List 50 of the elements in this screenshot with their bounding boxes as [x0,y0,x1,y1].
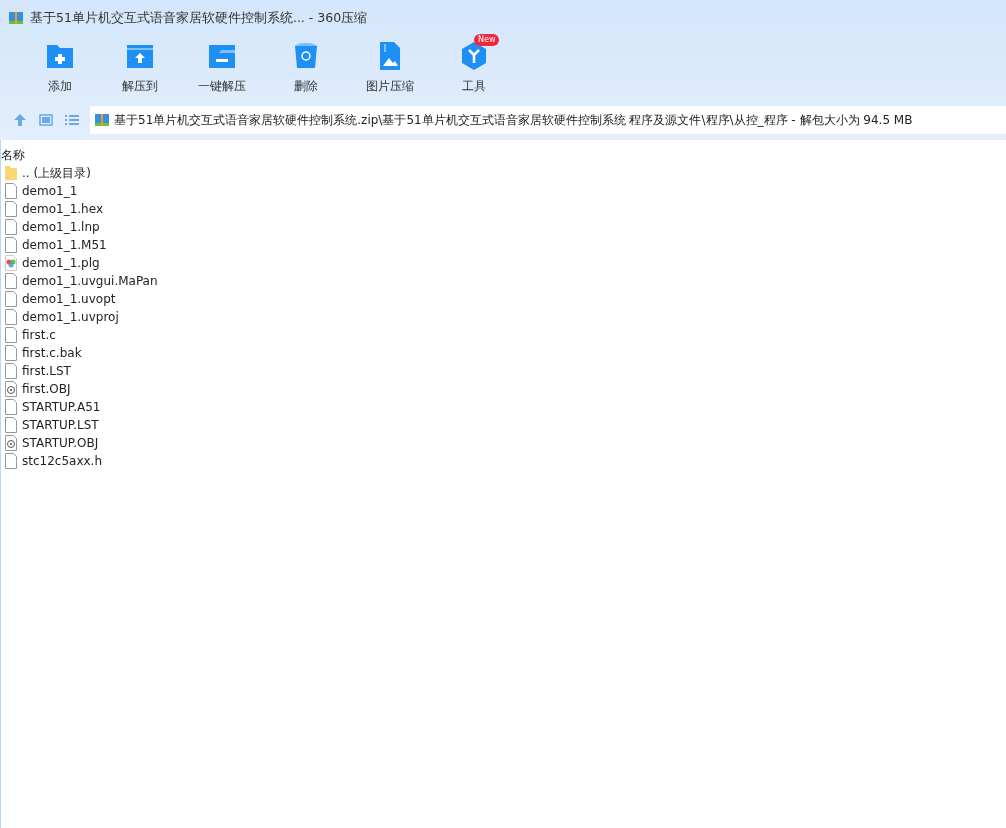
toolbar-button[interactable]: 图片压缩 [348,36,432,100]
file-name[interactable]: first.LST [22,364,71,378]
file-icon [4,273,18,289]
list-view-icon[interactable] [64,112,80,128]
file-name[interactable]: demo1_1.M51 [22,238,107,252]
file-name[interactable]: demo1_1 [22,184,78,198]
file-icon [4,237,18,253]
archive-icon [94,112,110,128]
file-name[interactable]: first.c.bak [22,346,82,360]
up-arrow-icon[interactable] [12,112,28,128]
toolbar-button[interactable]: 解压到 [100,36,180,100]
toolbar-button[interactable]: 添加 [20,36,100,100]
new-badge: New [474,34,500,46]
file-name[interactable]: .. (上级目录) [22,164,91,182]
file-name[interactable]: demo1_1.uvgui.MaPan [22,274,158,288]
file-name[interactable]: demo1_1.lnp [22,220,100,234]
file-name[interactable]: STARTUP.OBJ [22,436,99,450]
object-file-icon [4,435,18,451]
toolbar-button[interactable]: 删除 [264,36,348,100]
file-name[interactable]: stc12c5axx.h [22,454,103,468]
archive-icon [8,10,24,26]
file-icon [4,345,18,361]
column-header[interactable]: 名称 [1,146,25,164]
file-icon [4,363,18,379]
file-icon [4,201,18,217]
toolbar-button[interactable]: New 工具 [432,36,516,100]
file-icon [4,453,18,469]
file-icon [4,399,18,415]
file-icon [4,417,18,433]
file-name[interactable]: first.OBJ [22,382,71,396]
object-file-icon [4,381,18,397]
thumbnail-view-icon[interactable] [38,112,54,128]
color-wheel-file-icon [4,255,18,271]
file-name[interactable]: demo1_1.uvopt [22,292,116,306]
file-icon [4,327,18,343]
toolbar-button[interactable]: 一键解压 [180,36,264,100]
path-text: 基于51单片机交互式语音家居软硬件控制系统.zip\基于51单片机交互式语音家居软硬件控制系统 程序及源文件\程序\从控_程序 - 解包大小为 94.5 MB [114,111,913,129]
file-name[interactable]: STARTUP.LST [22,418,99,432]
folder-icon [4,165,18,181]
window-title: 基于51单片机交互式语音家居软硬件控制系统... - 360压缩 [30,9,368,27]
file-name[interactable]: demo1_1.uvproj [22,310,119,324]
file-name[interactable]: first.c [22,328,56,342]
file-icon [4,291,18,307]
file-icon [4,309,18,325]
path-field[interactable]: 基于51单片机交互式语音家居软硬件控制系统.zip\基于51单片机交互式语音家居软硬件控制系统 程序及源文件\程序\从控_程序 - 解包大小为 94.5 MB [90,106,1006,134]
file-name[interactable]: demo1_1.plg [22,256,100,270]
file-name[interactable]: demo1_1.hex [22,202,103,216]
file-name[interactable]: STARTUP.A51 [22,400,101,414]
file-icon [4,219,18,235]
file-icon [4,183,18,199]
